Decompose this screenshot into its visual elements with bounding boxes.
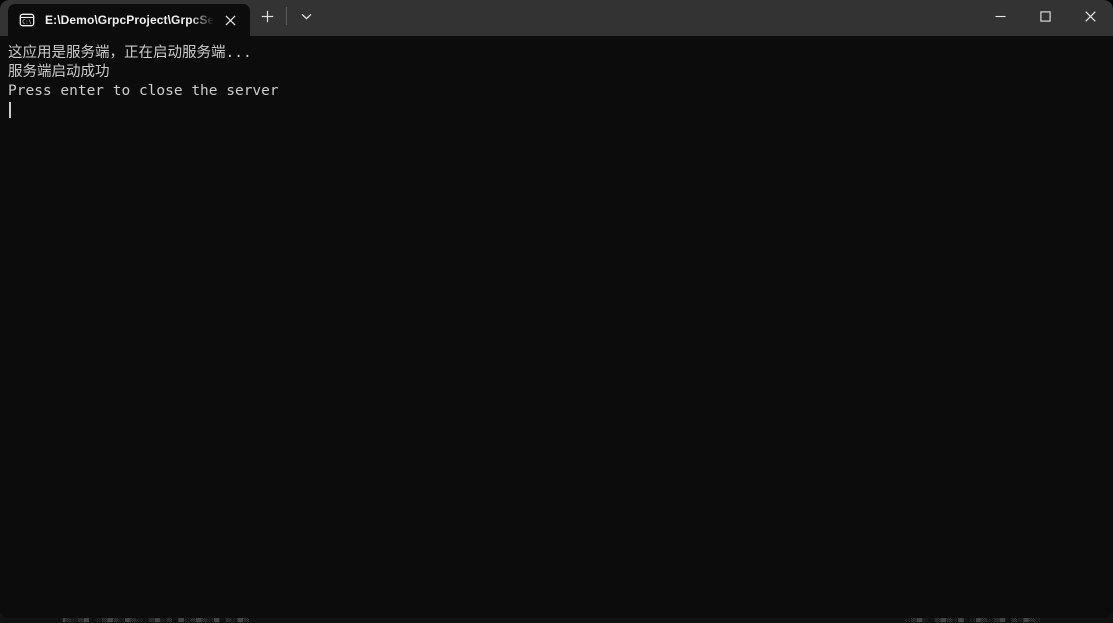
- tab-active-console[interactable]: C:\ E:\Demo\GrpcProject\GrpcSer: [8, 4, 250, 36]
- terminal-output-area[interactable]: 这应用是服务端，正在启动服务端... 服务端启动成功 Press enter t…: [0, 36, 1113, 618]
- tab-title: E:\Demo\GrpcProject\GrpcSer: [45, 13, 214, 27]
- console-host-icon: C:\: [19, 12, 35, 28]
- tab-close-button[interactable]: [216, 7, 244, 33]
- terminal-line: Press enter to close the server: [8, 83, 279, 99]
- terminal-cursor-line: [8, 101, 1113, 120]
- tab-actions: [250, 0, 323, 36]
- title-drag-region[interactable]: [323, 0, 978, 36]
- close-button[interactable]: [1068, 0, 1113, 32]
- terminal-cursor: [9, 102, 11, 118]
- tab-dropdown-button[interactable]: [289, 1, 323, 31]
- minimize-button[interactable]: [978, 0, 1023, 32]
- console-window: C:\ E:\Demo\GrpcProject\GrpcSer 这应用是服务端，…: [0, 0, 1113, 618]
- new-tab-button[interactable]: [250, 1, 284, 31]
- maximize-button[interactable]: [1023, 0, 1068, 32]
- terminal-line: 这应用是服务端，正在启动服务端...: [8, 45, 252, 61]
- terminal-line: 服务端启动成功: [8, 64, 110, 80]
- tab-actions-divider: [286, 7, 287, 25]
- svg-text:C:\: C:\: [22, 20, 31, 26]
- window-controls: [978, 0, 1113, 36]
- title-bar[interactable]: C:\ E:\Demo\GrpcProject\GrpcSer: [0, 0, 1113, 36]
- tab-strip: C:\ E:\Demo\GrpcProject\GrpcSer: [0, 0, 323, 36]
